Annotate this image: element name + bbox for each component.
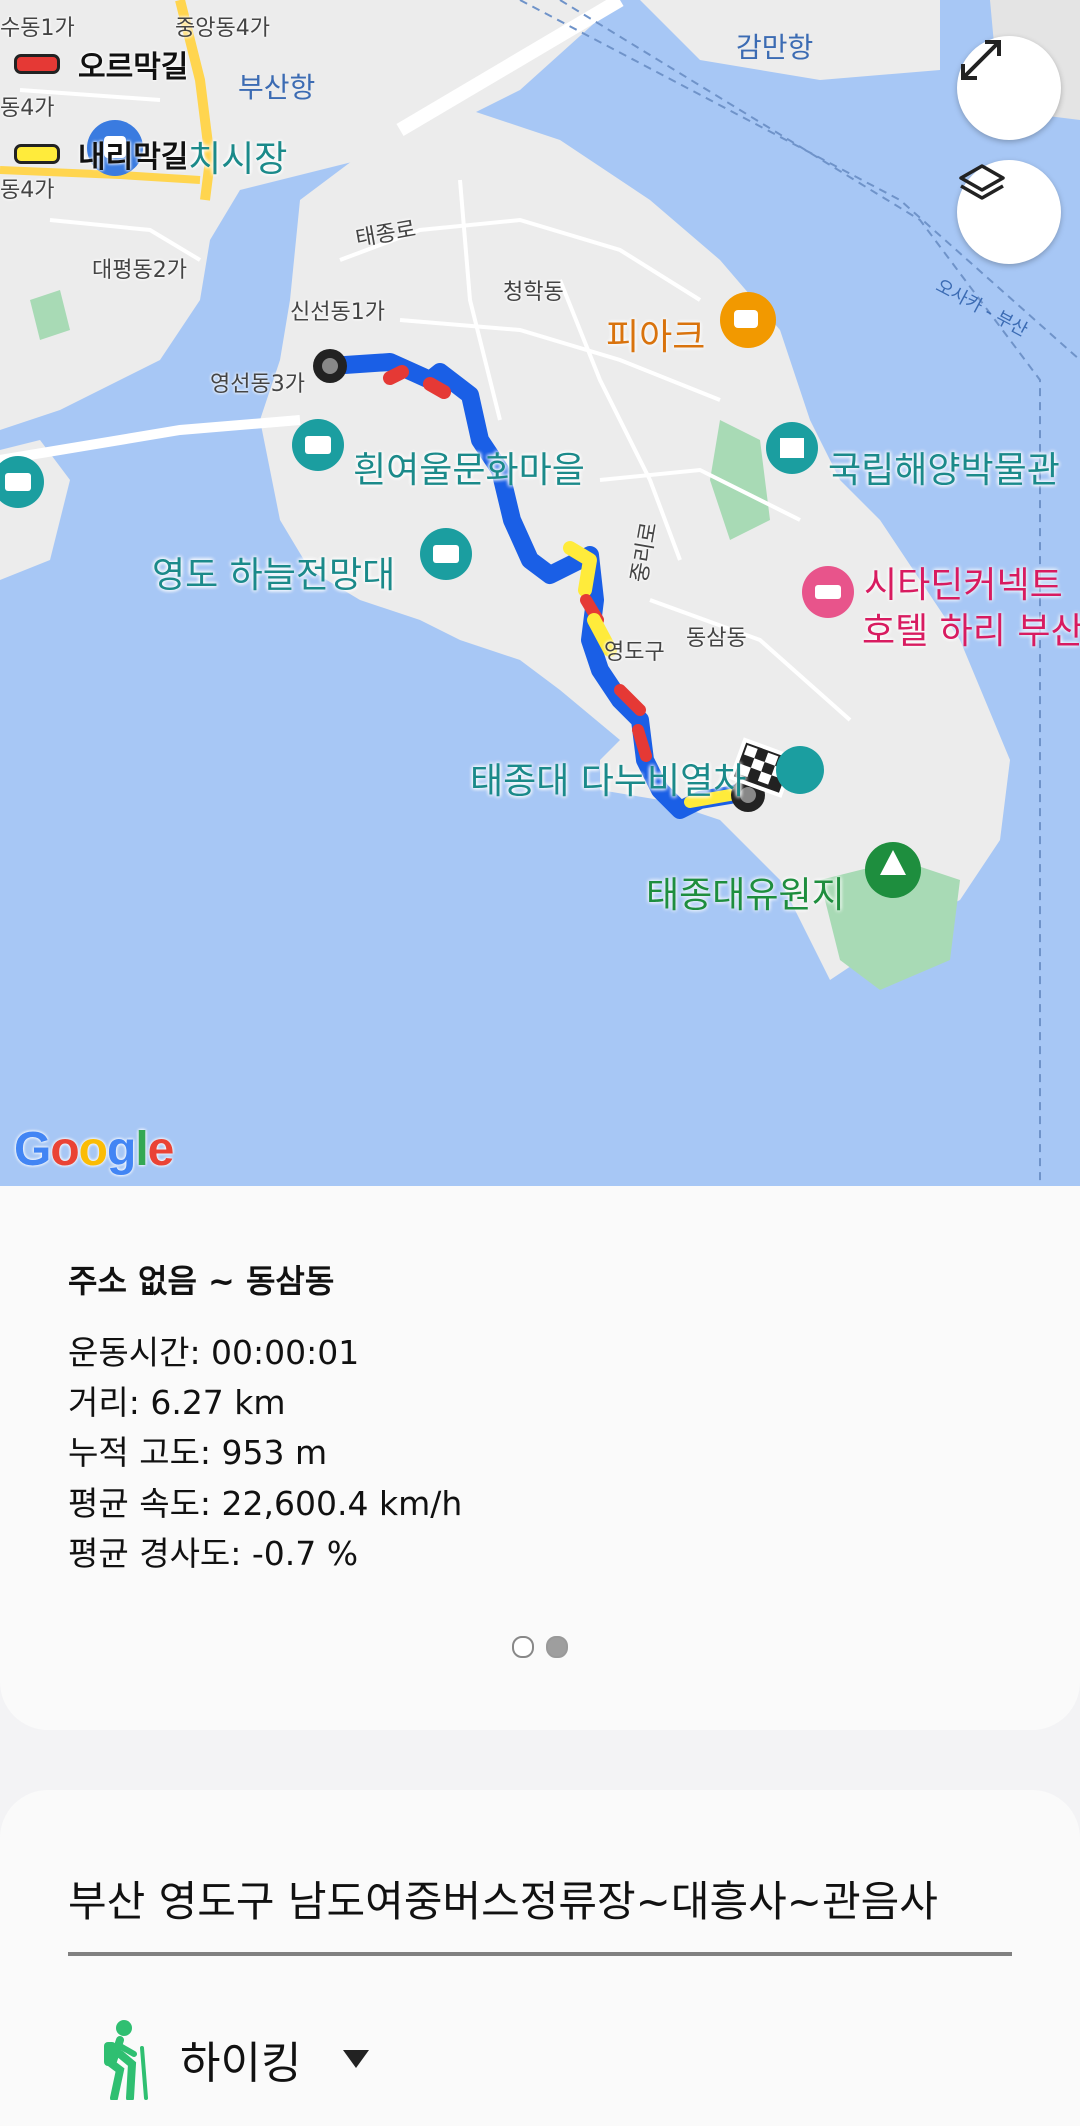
layers-icon — [959, 164, 1005, 200]
legend-label-uphill: 오르막길 — [78, 50, 189, 85]
poi-label-cafe[interactable]: 피아크 — [606, 308, 705, 360]
course-title[interactable]: 부산 영도구 남도여중버스정류장~대흥사~관음사 — [68, 1868, 938, 1929]
camera-poi-icon — [292, 419, 344, 471]
start-marker-icon — [313, 349, 347, 383]
caret-down-icon[interactable] — [343, 2050, 370, 2068]
legend-swatch-downhill — [14, 144, 60, 164]
exercise-time: 운동시간: 00:00:01 — [68, 1333, 360, 1372]
district-label: 동삼동 — [686, 626, 747, 651]
camera-poi-icon — [776, 746, 824, 794]
district-label: 대평동2가 — [92, 258, 187, 283]
district-label: 수동1가 — [0, 16, 75, 41]
cafe-poi-icon — [720, 292, 776, 348]
tree-poi-icon — [865, 842, 921, 898]
route-uphill-segment — [383, 365, 409, 385]
legend-downhill: 내리막길 — [14, 132, 188, 176]
cumulative-elevation: 누적 고도: 953 m — [68, 1433, 328, 1472]
camera-poi-icon — [420, 528, 472, 580]
poi-label-park-spot[interactable]: 태종대 다누비열차 — [470, 752, 746, 804]
route-uphill-segment — [423, 377, 451, 399]
district-label: 영선동3가 — [210, 372, 305, 397]
hotel-poi-icon — [802, 566, 854, 618]
distance: 거리: 6.27 km — [68, 1383, 286, 1422]
poi-label-hotel-line2[interactable]: 호텔 하리 부산 — [862, 610, 1080, 654]
district-label: 동4가 — [0, 96, 55, 121]
page-indicator[interactable] — [0, 1636, 1080, 1658]
activity-label: 하이킹 — [180, 2038, 302, 2089]
district-label: 동4가 — [0, 178, 55, 203]
district-label: 신선동1가 — [290, 300, 385, 325]
title-underline — [68, 1952, 1012, 1956]
page-dot-2[interactable] — [546, 1636, 568, 1658]
activity-selector[interactable]: 하이킹 — [90, 2018, 370, 2100]
poi-label-market[interactable]: 치시장 — [188, 130, 287, 182]
expand-icon — [961, 40, 1001, 80]
average-slope: 평균 경사도: -0.7 % — [68, 1534, 359, 1573]
legend-swatch-uphill — [14, 54, 60, 74]
average-speed: 평균 속도: 22,600.4 km/h — [68, 1484, 463, 1523]
museum-poi-icon — [766, 422, 818, 474]
water-label: 감만항 — [736, 31, 814, 64]
legend-uphill: 오르막길 — [14, 42, 188, 86]
bridge-2 — [0, 415, 301, 465]
district-label: 영도구 — [604, 640, 665, 665]
legend-label-downhill: 내리막길 — [78, 140, 189, 175]
fullscreen-button[interactable] — [957, 36, 1061, 140]
page-dot-1[interactable] — [512, 1636, 534, 1658]
route-endpoints-title: 주소 없음 ~ 동삼동 — [68, 1262, 335, 1300]
poi-label-village[interactable]: 흰여울문화마을 — [353, 441, 585, 493]
district-label: 중앙동4가 — [175, 16, 270, 41]
poi-label-observatory[interactable]: 영도 하늘전망대 — [152, 546, 395, 598]
route-map[interactable]: 수동1가 중앙동4가 동4가 동4가 대평동2가 신선동1가 영선동3가 청학동… — [0, 0, 1080, 1186]
hiking-icon — [104, 2020, 148, 2100]
route-summary-card[interactable]: 주소 없음 ~ 동삼동 운동시간: 00:00:01 거리: 6.27 km 누… — [0, 1186, 1080, 1730]
map-layers-button[interactable] — [957, 160, 1061, 264]
water-label: 부산항 — [238, 71, 316, 104]
poi-label-hotel-line1[interactable]: 시타딘커넥트 — [864, 564, 1063, 608]
district-label: 청학동 — [503, 280, 564, 305]
google-logo: Google — [14, 1123, 174, 1176]
course-info-card: 부산 영도구 남도여중버스정류장~대흥사~관음사 하이킹 — [0, 1790, 1080, 2126]
poi-label-museum[interactable]: 국립해양박물관 — [828, 441, 1060, 493]
poi-label-resort[interactable]: 태종대유원지 — [646, 866, 845, 918]
